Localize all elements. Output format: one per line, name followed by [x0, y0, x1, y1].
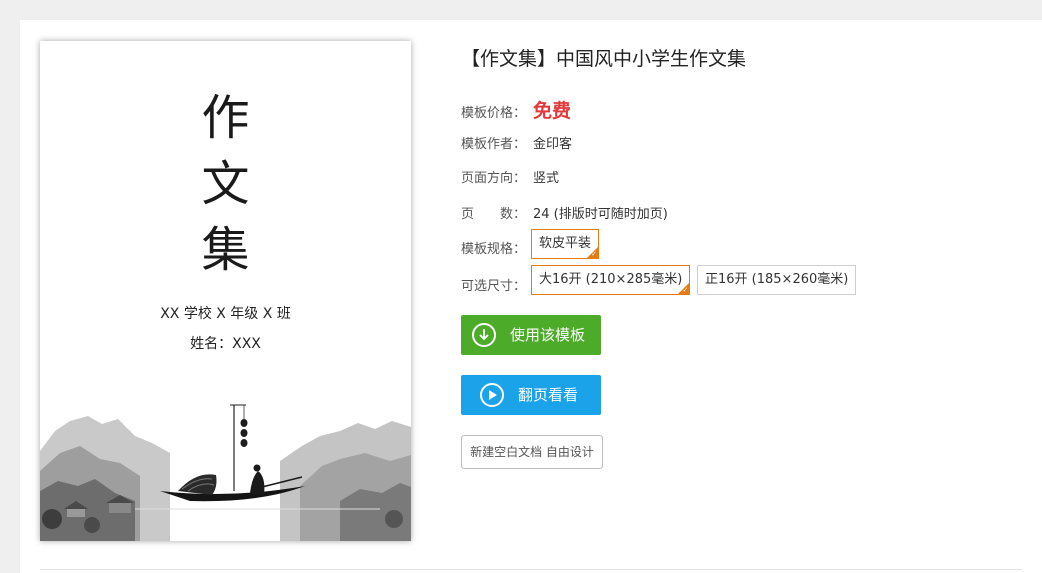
price-row: 模板价格： 免费: [461, 96, 571, 123]
cover-school-line: XX 学校 X 年级 X 班: [160, 306, 291, 322]
size-option-label: 大16开 (210×285毫米): [539, 272, 683, 287]
use-template-button[interactable]: 使用该模板: [461, 315, 601, 355]
size-option-standard16[interactable]: 正16开 (185×260毫米): [697, 265, 857, 295]
price-value: 免费: [533, 100, 572, 122]
price-label: 模板价格：: [461, 106, 527, 121]
cover-title-char: 作: [201, 90, 250, 146]
flip-preview-label: 翻页看看: [518, 386, 579, 404]
size-option-large16[interactable]: 大16开 (210×285毫米) ✓: [531, 265, 691, 295]
size-row: 可选尺寸：: [461, 275, 533, 294]
cover-title-char: 集: [201, 222, 250, 278]
author-row: 模板作者： 金印客: [461, 133, 572, 152]
play-circle-icon: [480, 383, 504, 407]
pages-value: 24 (排版时可随时加页): [533, 207, 668, 222]
spec-label: 模板规格：: [461, 242, 527, 257]
spec-row: 模板规格：: [461, 238, 533, 257]
orientation-label: 页面方向：: [461, 171, 527, 186]
divider: [40, 569, 1022, 570]
cover-title-char: 文: [201, 156, 250, 212]
download-circle-icon: [472, 323, 496, 347]
flip-preview-button[interactable]: 翻页看看: [461, 375, 601, 415]
check-icon: ✓: [591, 250, 598, 258]
orientation-value: 竖式: [533, 171, 560, 186]
pages-row: 页 数： 24 (排版时可随时加页): [461, 203, 668, 222]
cover-preview[interactable]: 作 文 集 XX 学校 X 年级 X 班 姓名：XXX: [40, 41, 411, 541]
use-template-label: 使用该模板: [510, 326, 586, 344]
orientation-row: 页面方向： 竖式: [461, 167, 559, 186]
spec-option-label: 软皮平装: [539, 236, 592, 251]
size-label: 可选尺寸：: [461, 279, 527, 294]
spec-option-softcover[interactable]: 软皮平装 ✓: [531, 229, 600, 259]
cover-name-line: 姓名：XXX: [190, 336, 261, 352]
ink-landscape-illustration: [40, 404, 411, 541]
check-icon: ✓: [682, 286, 689, 294]
size-option-label: 正16开 (185×260毫米): [705, 272, 849, 287]
author-value: 金印客: [533, 137, 573, 152]
pages-label: 页 数：: [461, 207, 527, 222]
template-title: 【作文集】中国风中小学生作文集: [461, 48, 747, 70]
cover-title: 作 文 集: [40, 85, 411, 283]
new-blank-document-button[interactable]: 新建空白文档 自由设计: [461, 435, 603, 469]
author-label: 模板作者：: [461, 137, 527, 152]
